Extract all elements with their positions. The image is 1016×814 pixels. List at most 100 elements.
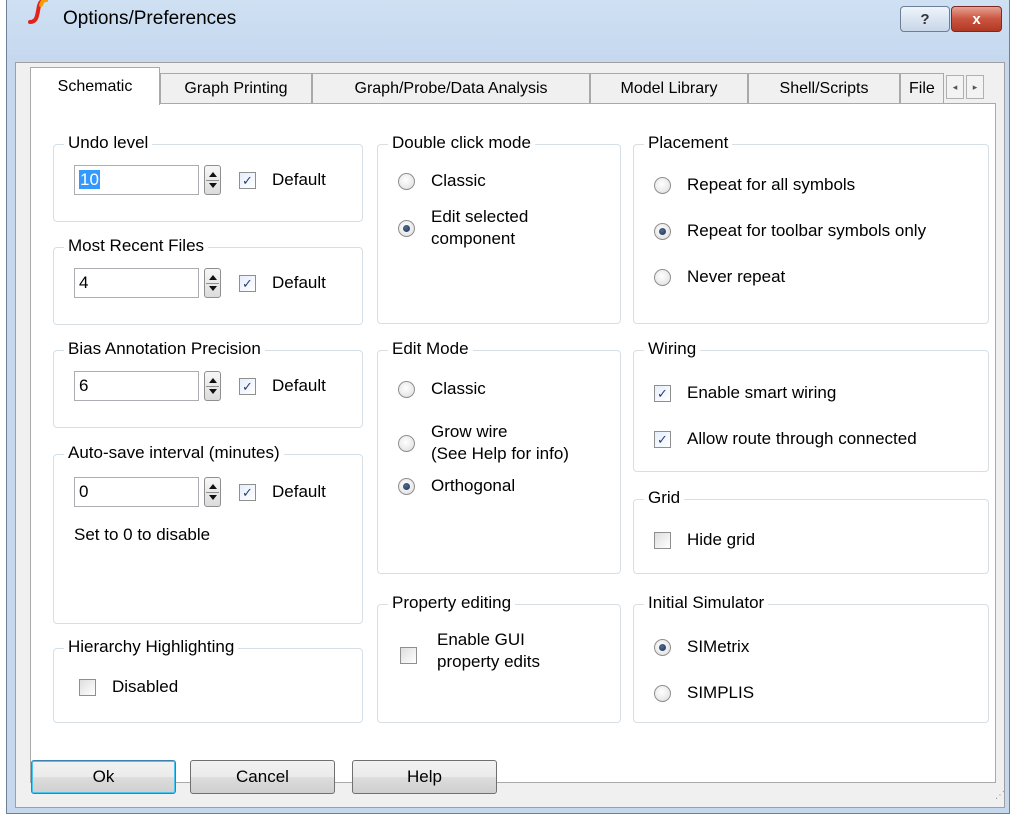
most-recent-files-value: 4 [79, 273, 89, 292]
chevron-right-icon: ▸ [972, 81, 978, 92]
bias-annotation-precision-default-checkbox[interactable]: ✓ Default [239, 376, 326, 397]
radio-circle [654, 177, 671, 194]
edit-mode-classic-radio[interactable]: Classic [398, 379, 486, 400]
bias-annotation-precision-spinner[interactable] [204, 371, 221, 401]
option-line-2: component [431, 229, 516, 248]
option-line-2: (See Help for info) [431, 444, 569, 463]
option-line-2: property edits [437, 652, 540, 671]
chevron-left-icon: ◂ [952, 81, 958, 92]
radio-circle [398, 173, 415, 190]
auto-save-interval-group: Auto-save interval (minutes) 0 ✓ Default… [53, 443, 363, 624]
wiring-group: Wiring ✓ Enable smart wiring ✓ Allow rou… [633, 339, 989, 472]
schematic-tab-page: Undo level 10 ✓ Default Most Recent File… [30, 103, 996, 783]
options-dialog: Options/Preferences ? x Schematic Graph … [6, 0, 1010, 814]
window-title: Options/Preferences [63, 8, 237, 29]
bias-annotation-precision-group: Bias Annotation Precision 6 ✓ Default [53, 339, 363, 428]
radio-circle [654, 685, 671, 702]
enable-smart-wiring-checkbox[interactable]: ✓ Enable smart wiring [654, 383, 837, 404]
tab-model-library[interactable]: Model Library [590, 73, 748, 103]
auto-save-interval-title: Auto-save interval (minutes) [64, 443, 284, 463]
undo-level-value: 10 [79, 170, 100, 189]
placement-repeat-all-radio[interactable]: Repeat for all symbols [654, 175, 856, 196]
most-recent-files-input[interactable]: 4 [74, 268, 199, 298]
checkbox-box: ✓ [239, 172, 256, 189]
double-click-edit-selected-label: Edit selected component [431, 206, 528, 250]
ok-button[interactable]: Ok [31, 760, 176, 794]
bias-annotation-precision-title: Bias Annotation Precision [64, 339, 265, 359]
most-recent-files-spinner[interactable] [204, 268, 221, 298]
simulator-simetrix-radio[interactable]: SIMetrix [654, 637, 750, 658]
auto-save-interval-spinner[interactable] [204, 477, 221, 507]
radio-circle [398, 381, 415, 398]
enable-gui-property-edits-label: Enable GUI property edits [437, 629, 540, 673]
auto-save-interval-value: 0 [79, 482, 89, 501]
edit-mode-grow-wire-radio[interactable]: Grow wire (See Help for info) [398, 422, 569, 465]
bias-annotation-precision-value: 6 [79, 376, 89, 395]
undo-level-input[interactable]: 10 [74, 165, 199, 195]
edit-mode-classic-label: Classic [431, 379, 486, 398]
double-click-classic-radio[interactable]: Classic [398, 171, 486, 192]
undo-level-spinner[interactable] [204, 165, 221, 195]
simulator-simetrix-label: SIMetrix [687, 637, 750, 656]
undo-level-group: Undo level 10 ✓ Default [53, 133, 363, 222]
most-recent-files-group: Most Recent Files 4 ✓ Default [53, 236, 363, 325]
hierarchy-highlighting-group: Hierarchy Highlighting Disabled [53, 637, 363, 723]
auto-save-interval-input[interactable]: 0 [74, 477, 199, 507]
resize-grip-icon[interactable]: ⋰ [995, 790, 1005, 801]
property-editing-group: Property editing Enable GUI property edi… [377, 593, 621, 723]
placement-group: Placement Repeat for all symbols Repeat … [633, 133, 989, 324]
checkbox-box: ✓ [239, 275, 256, 292]
placement-repeat-all-label: Repeat for all symbols [687, 175, 856, 194]
placement-repeat-toolbar-radio[interactable]: Repeat for toolbar symbols only [654, 221, 926, 242]
double-click-edit-selected-radio[interactable]: Edit selected component [398, 207, 528, 250]
cancel-button[interactable]: Cancel [190, 760, 335, 794]
initial-simulator-group: Initial Simulator SIMetrix SIMPLIS [633, 593, 989, 723]
title-close-button[interactable]: x [951, 6, 1002, 32]
default-label: Default [272, 170, 326, 189]
wiring-title: Wiring [644, 339, 701, 359]
tab-shell-scripts[interactable]: Shell/Scripts [748, 73, 900, 103]
radio-circle [398, 220, 415, 237]
checkbox-box [654, 532, 671, 549]
enable-gui-property-edits-checkbox[interactable]: Enable GUI property edits [400, 630, 540, 673]
enable-smart-wiring-label: Enable smart wiring [687, 383, 837, 402]
checkbox-box: ✓ [239, 378, 256, 395]
help-button[interactable]: Help [352, 760, 497, 794]
allow-route-through-connected-label: Allow route through connected [687, 429, 917, 448]
checkbox-box: ✓ [654, 385, 671, 402]
double-click-mode-title: Double click mode [388, 133, 535, 153]
tab-scroll-left-button[interactable]: ◂ [946, 75, 964, 99]
hide-grid-checkbox[interactable]: Hide grid [654, 530, 755, 551]
most-recent-files-title: Most Recent Files [64, 236, 209, 256]
most-recent-files-default-checkbox[interactable]: ✓ Default [239, 273, 326, 294]
radio-circle [654, 639, 671, 656]
edit-mode-orthogonal-radio[interactable]: Orthogonal [398, 476, 515, 497]
question-icon: ? [920, 10, 930, 28]
radio-circle [654, 223, 671, 240]
option-line-1: Enable GUI [437, 630, 525, 649]
allow-route-through-connected-checkbox[interactable]: ✓ Allow route through connected [654, 429, 917, 450]
undo-level-default-checkbox[interactable]: ✓ Default [239, 170, 326, 191]
title-help-button[interactable]: ? [900, 6, 950, 32]
tab-file[interactable]: File [900, 73, 944, 103]
undo-level-title: Undo level [64, 133, 153, 153]
title-bar[interactable]: Options/Preferences ? x [7, 0, 1009, 42]
double-click-mode-group: Double click mode Classic Edit selected … [377, 133, 621, 324]
radio-circle [654, 269, 671, 286]
auto-save-note: Set to 0 to disable [74, 525, 211, 544]
simulator-simplis-radio[interactable]: SIMPLIS [654, 683, 754, 704]
tab-schematic[interactable]: Schematic [30, 67, 160, 105]
edit-mode-title: Edit Mode [388, 339, 473, 359]
tab-graph-printing[interactable]: Graph Printing [160, 73, 312, 103]
auto-save-interval-default-checkbox[interactable]: ✓ Default [239, 482, 326, 503]
tab-scroll-right-button[interactable]: ▸ [966, 75, 984, 99]
bias-annotation-precision-input[interactable]: 6 [74, 371, 199, 401]
hierarchy-disabled-checkbox[interactable]: Disabled [79, 677, 178, 698]
placement-never-repeat-radio[interactable]: Never repeat [654, 267, 786, 288]
grid-group: Grid Hide grid [633, 488, 989, 574]
grid-title: Grid [644, 488, 685, 508]
placement-never-repeat-label: Never repeat [687, 267, 786, 286]
tab-graph-probe-data-analysis[interactable]: Graph/Probe/Data Analysis [312, 73, 590, 103]
dialog-client-area: Schematic Graph Printing Graph/Probe/Dat… [15, 62, 1005, 808]
default-label: Default [272, 482, 326, 501]
